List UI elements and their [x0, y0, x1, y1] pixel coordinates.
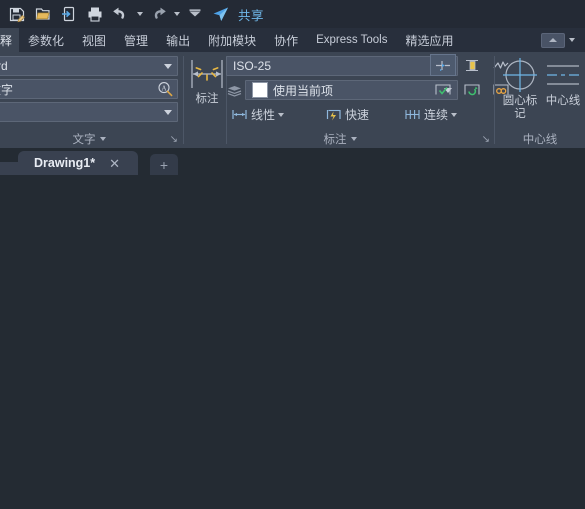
document-tab-drawing1[interactable]: Drawing1* ✕ [18, 151, 138, 175]
panel-divider [494, 56, 495, 144]
text-third-combo[interactable] [0, 102, 178, 122]
dimension-layer-value: 使用当前项 [273, 83, 334, 98]
undo-dropdown-arrow[interactable] [134, 2, 145, 26]
continue-dimension-label: 连续 [424, 108, 449, 122]
continue-dimension-button[interactable]: 连续 [404, 106, 458, 123]
quick-dimension-label: 快速 [345, 108, 370, 122]
share-label[interactable]: 共享 [238, 5, 264, 24]
export-icon[interactable] [56, 2, 82, 26]
linear-dimension-label: 线性 [251, 108, 276, 122]
dimension-text-icon[interactable] [459, 54, 485, 76]
text-panel-title-row[interactable]: 文字 [0, 131, 178, 147]
center-mark-icon [503, 58, 537, 92]
centerline-label: 中心线 [545, 95, 581, 107]
redo-button[interactable] [145, 2, 171, 26]
dimension-icon [191, 60, 223, 88]
ribbon-tab-parametric[interactable]: 参数化 [19, 28, 73, 52]
text-style-value: ndard [0, 59, 8, 73]
close-icon[interactable]: ✕ [109, 157, 120, 170]
centerline-icon [547, 65, 579, 85]
dimension-panel-dialog-launcher[interactable]: ↘ [482, 135, 490, 145]
ribbon-minimize-dropdown-arrow[interactable] [569, 38, 575, 42]
centerline-button[interactable]: 中心线 [542, 56, 584, 108]
ribbon-panel-text: ndard 找文字 A 文字 [0, 52, 184, 148]
dimension-style-value: ISO-25 [233, 59, 272, 73]
drawing-viewport: Ø600 [0, 175, 585, 509]
center-mark-button[interactable]: 圆心标记 [499, 56, 541, 121]
linear-dimension-button[interactable]: 线性 [231, 106, 285, 123]
ribbon-body: ndard 找文字 A 文字 [0, 52, 585, 148]
document-tab-label: Drawing1* [34, 156, 96, 170]
save-as-icon[interactable] [4, 2, 30, 26]
text-third-dropdown-arrow[interactable] [161, 109, 175, 115]
centerline-panel-title: 中心线 [522, 134, 558, 146]
dimension-layer-color-swatch[interactable] [252, 82, 268, 98]
dimension-panel-title-row[interactable]: 标注 [185, 131, 495, 147]
ribbon-tab-annotate[interactable]: 释 [0, 28, 20, 52]
quick-dimension-icon [326, 109, 341, 121]
find-text-icon[interactable]: A [157, 81, 173, 97]
continue-dimension-dropdown-arrow[interactable] [451, 112, 458, 117]
document-tab-strip: Drawing1* ✕ + [0, 148, 585, 175]
ribbon-tab-view[interactable]: 视图 [73, 28, 115, 52]
center-mark-label: 圆心标记 [502, 95, 538, 120]
cad-application-window: 共享 释 参数化 视图 管理 输出 附加模块 协作 Express Tools … [0, 0, 585, 509]
quick-access-toolbar: 共享 [0, 0, 585, 28]
dimension-button[interactable]: 标注 [187, 56, 227, 106]
share-icon[interactable] [208, 2, 234, 26]
layers-icon [227, 84, 242, 97]
customize-quick-access-button[interactable] [182, 2, 208, 26]
find-text-value: 找文字 [0, 82, 14, 97]
ribbon-panel-centerline: 圆心标记 中心线 中心线 [496, 52, 585, 148]
ribbon-tab-addins[interactable]: 附加模块 [199, 28, 265, 52]
tabbar-spacer [463, 28, 541, 52]
ribbon-tab-express-tools[interactable]: Express Tools [307, 28, 396, 52]
text-style-dropdown-arrow[interactable] [161, 63, 175, 69]
text-style-combo[interactable]: ndard [0, 56, 178, 76]
linear-dimension-icon [232, 110, 247, 119]
new-tab-button[interactable]: + [150, 154, 178, 175]
find-text-combo[interactable]: 找文字 A [0, 79, 178, 99]
panel-divider [183, 56, 184, 144]
dimension-check-icon[interactable] [430, 78, 456, 100]
ribbon-tab-bar: 释 参数化 视图 管理 输出 附加模块 协作 Express Tools 精选应… [0, 28, 585, 52]
print-icon[interactable] [82, 2, 108, 26]
svg-text:A: A [161, 85, 166, 93]
dimension-button-label: 标注 [195, 93, 219, 105]
ribbon-tab-featured-apps[interactable]: 精选应用 [397, 28, 463, 52]
ribbon-tab-manage[interactable]: 管理 [115, 28, 157, 52]
redo-dropdown-arrow[interactable] [171, 2, 182, 26]
ribbon-tab-collaborate[interactable]: 协作 [265, 28, 307, 52]
dimension-style-combo[interactable]: ISO-25 [226, 56, 458, 76]
undo-button[interactable] [108, 2, 134, 26]
ribbon-minimize-icon[interactable] [541, 32, 565, 48]
ribbon-collapse-control[interactable] [541, 28, 575, 52]
text-panel-dialog-launcher[interactable]: ↘ [170, 135, 178, 145]
dimension-layer-combo[interactable]: 使用当前项 [245, 80, 458, 100]
dimension-panel-title: 标注 [323, 134, 347, 146]
ribbon-panel-dimension: 标注 ISO-25 使用当前项 线性 快速 连续 标注 ↘ [185, 52, 509, 148]
ribbon-tab-output[interactable]: 输出 [157, 28, 199, 52]
drawing-canvas[interactable]: Ø600 [0, 175, 585, 509]
dimension-break-icon[interactable] [430, 54, 456, 76]
linear-dimension-dropdown-arrow[interactable] [278, 112, 285, 117]
continue-dimension-icon [405, 110, 420, 119]
text-panel-title: 文字 [72, 134, 96, 146]
dimension-update-icon[interactable] [459, 78, 485, 100]
open-folder-icon[interactable] [30, 2, 56, 26]
quick-dimension-button[interactable]: 快速 [325, 106, 369, 123]
